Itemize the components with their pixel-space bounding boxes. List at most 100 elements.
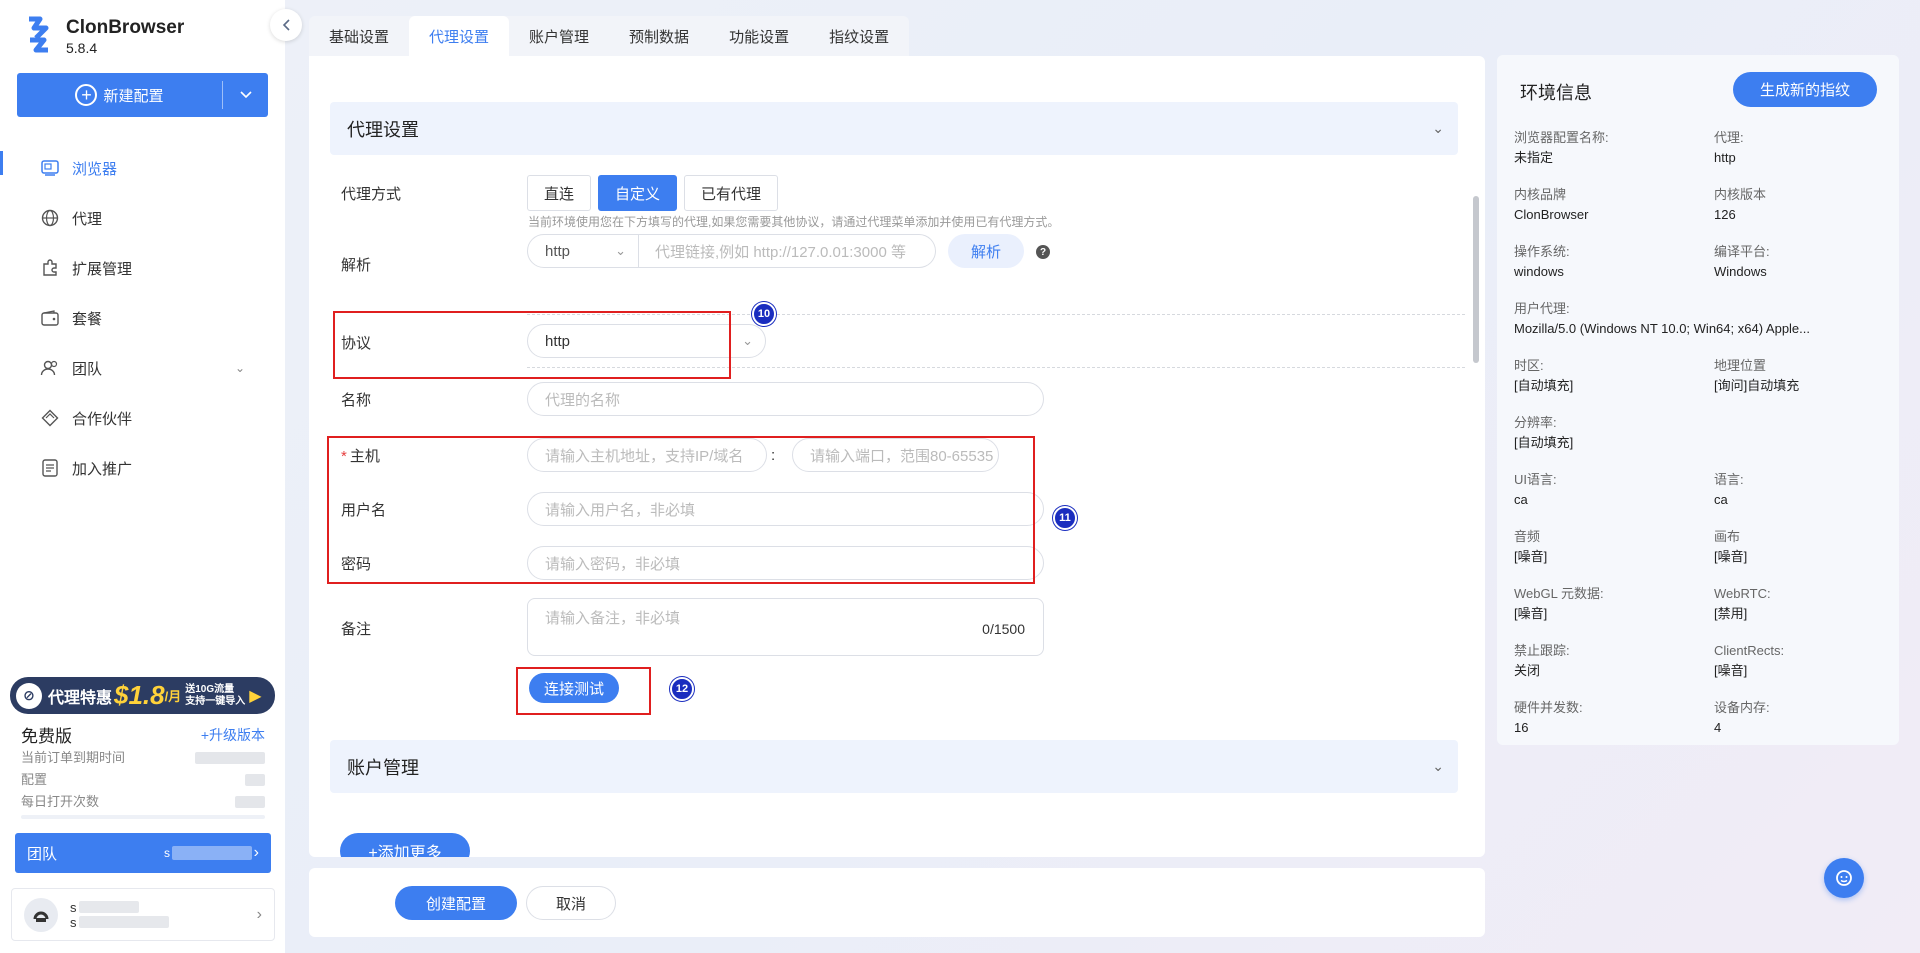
- remark-label: 备注: [341, 621, 372, 638]
- info-title: 环境信息: [1520, 83, 1592, 103]
- info-field: 内核版本 126: [1714, 185, 1766, 225]
- info-field-value: [自动填充]: [1514, 435, 1574, 450]
- wallet-icon: [40, 308, 60, 328]
- parse-button[interactable]: 解析: [948, 234, 1024, 268]
- parse-link-input[interactable]: 代理链接,例如 http://127.0.01:3000 等: [639, 234, 936, 268]
- plan-config-label: 配置: [21, 772, 48, 787]
- info-field: 操作系统: windows: [1514, 242, 1570, 282]
- promo-title: 代理特惠: [48, 689, 113, 707]
- collapse-sidebar-button[interactable]: [270, 9, 302, 41]
- tab-features[interactable]: 功能设置: [709, 16, 809, 56]
- chevron-down-icon: [239, 91, 252, 99]
- support-chat-button[interactable]: [1824, 858, 1864, 898]
- info-field: ClientRects: [噪音]: [1714, 641, 1784, 681]
- promo-line-2: 支持一键导入: [185, 695, 246, 707]
- parse-label: 解析: [341, 257, 372, 274]
- method-existing-button[interactable]: 已有代理: [684, 175, 779, 211]
- promo-unit: /月: [164, 689, 182, 704]
- upgrade-link[interactable]: +升级版本: [201, 725, 265, 745]
- sidebar-item-label: 团队: [72, 360, 103, 378]
- info-field: 内核品牌 ClonBrowser: [1514, 185, 1588, 225]
- info-field-label: 操作系统:: [1514, 244, 1570, 259]
- info-field-value: [噪音]: [1714, 549, 1748, 564]
- settings-tabs: 基础设置 代理设置 账户管理 预制数据 功能设置 指纹设置: [309, 16, 910, 56]
- info-field-value: [噪音]: [1514, 606, 1548, 621]
- info-field: 时区: [自动填充]: [1514, 356, 1573, 396]
- method-custom-button[interactable]: 自定义: [598, 175, 678, 211]
- account-section-header[interactable]: 账户管理 ⌄: [330, 740, 1458, 793]
- redacted-value: [78, 901, 139, 913]
- chevron-left-icon: [282, 19, 290, 31]
- chevron-down-icon: ⌄: [234, 361, 245, 375]
- remark-char-count: 0/1500: [982, 621, 1025, 637]
- sidebar-item-label: 加入推广: [72, 460, 133, 478]
- new-config-button[interactable]: + 新建配置: [17, 73, 268, 117]
- info-field-label: 编译平台:: [1714, 244, 1770, 259]
- name-input[interactable]: 代理的名称: [527, 382, 1044, 416]
- user-card[interactable]: s s ›: [11, 888, 275, 941]
- globe-icon: [40, 208, 60, 228]
- sidebar-item-team[interactable]: 团队 ⌄: [0, 343, 285, 393]
- annotation-marker-10: 10: [752, 302, 776, 326]
- sidebar-item-proxy[interactable]: 代理: [0, 193, 285, 243]
- user-info: s s: [70, 900, 169, 930]
- chevron-right-icon: ›: [256, 905, 262, 923]
- info-field-label: 硬件并发数:: [1514, 700, 1583, 715]
- method-direct-button[interactable]: 直连: [527, 175, 592, 211]
- info-field-label: 分辨率:: [1514, 415, 1557, 430]
- help-icon[interactable]: ?: [1036, 245, 1050, 259]
- tab-fingerprint[interactable]: 指纹设置: [809, 16, 909, 56]
- info-field-value: 关闭: [1514, 663, 1541, 678]
- promote-icon: [40, 458, 60, 478]
- tab-basic[interactable]: 基础设置: [309, 16, 409, 56]
- sidebar-item-browser[interactable]: 浏览器: [0, 143, 285, 193]
- puzzle-icon: [40, 258, 60, 278]
- remark-textarea[interactable]: 请输入备注，非必填 0/1500: [527, 598, 1044, 656]
- team-label: 团队: [27, 845, 58, 863]
- info-field: 禁止跟踪: 关闭: [1514, 641, 1570, 681]
- info-field-value: [自动填充]: [1514, 378, 1574, 393]
- create-config-button[interactable]: 创建配置: [395, 886, 517, 920]
- redacted-value: [235, 796, 265, 808]
- name-label: 名称: [341, 392, 372, 409]
- annotation-box-test: [516, 667, 651, 715]
- info-field-label: 设备内存:: [1714, 700, 1770, 715]
- tab-proxy[interactable]: 代理设置: [409, 16, 510, 56]
- proxy-section-header[interactable]: 代理设置 ⌄: [330, 102, 1458, 155]
- cancel-button[interactable]: 取消: [526, 886, 616, 920]
- info-field-label: 时区:: [1514, 358, 1544, 373]
- sidebar-nav: 浏览器 代理 扩展管理 套餐 团队 ⌄ 合作伙伴 加入推广: [0, 143, 285, 493]
- sidebar-item-plans[interactable]: 套餐: [0, 293, 285, 343]
- info-field: 浏览器配置名称: 未指定: [1514, 128, 1609, 168]
- redacted-value: [78, 916, 169, 928]
- sidebar-item-extensions[interactable]: 扩展管理: [0, 243, 285, 293]
- new-config-dropdown[interactable]: [223, 91, 268, 99]
- team-switch-card[interactable]: 团队 s ›: [15, 833, 271, 873]
- sidebar-item-promote[interactable]: 加入推广: [0, 443, 285, 493]
- info-field: UI语言: ca: [1514, 470, 1557, 510]
- scrollbar[interactable]: [1473, 196, 1479, 363]
- info-field: 音频 [噪音]: [1514, 527, 1547, 567]
- plus-circle-icon: +: [75, 84, 98, 106]
- generate-fingerprint-button[interactable]: 生成新的指纹: [1733, 72, 1877, 107]
- sidebar-item-partners[interactable]: 合作伙伴: [0, 393, 285, 443]
- tab-accounts[interactable]: 账户管理: [509, 16, 609, 56]
- parse-protocol-select[interactable]: http ⌄: [527, 234, 639, 268]
- annotation-marker-12: 12: [670, 677, 694, 701]
- handshake-icon: [40, 408, 60, 428]
- tab-preset-data[interactable]: 预制数据: [609, 16, 709, 56]
- info-field: 语言: ca: [1714, 470, 1744, 510]
- chevron-down-icon: ⌄: [742, 333, 753, 348]
- new-config-main[interactable]: + 新建配置: [17, 81, 223, 109]
- chevron-down-icon: ⌄: [1432, 120, 1444, 136]
- team-icon: [40, 358, 60, 378]
- plan-daily-label: 每日打开次数: [21, 794, 100, 809]
- info-field-value: Mozilla/5.0 (Windows NT 10.0; Win64; x64…: [1514, 321, 1810, 336]
- add-more-button[interactable]: +添加更多: [340, 833, 470, 857]
- section-title: 代理设置: [347, 119, 419, 140]
- info-field: 编译平台: Windows: [1714, 242, 1770, 282]
- promo-badge-icon: ⊘: [16, 682, 42, 709]
- browser-icon: [40, 158, 60, 178]
- proxy-promo-banner[interactable]: ⊘ 代理特惠 $1.8 /月 送10G流量 支持一键导入 ▶: [10, 677, 275, 714]
- info-field-value: [询问]自动填充: [1714, 378, 1800, 393]
